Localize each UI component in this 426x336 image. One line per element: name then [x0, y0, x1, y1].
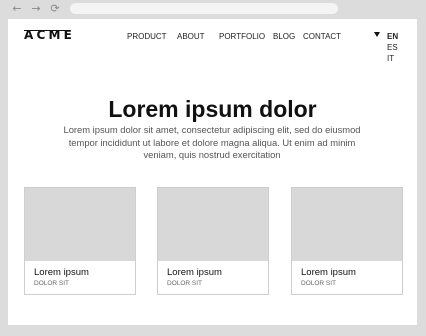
reload-icon[interactable]: ⟳ [49, 2, 61, 16]
hero-title: Lorem ipsum dolor [108, 96, 317, 122]
card-subtitle: DOLOR SIT [34, 280, 70, 287]
nav-link-blog[interactable]: BLOG [273, 32, 295, 42]
web-page: ACME PRODUCT ABOUT PORTFOLIO BLOG CONTAC… [8, 19, 417, 325]
browser-toolbar: ← → ⟳ [0, 0, 426, 18]
card[interactable]: Lorem ipsum DOLOR SIT [291, 187, 403, 295]
card-title: Lorem ipsum [34, 267, 89, 278]
card[interactable]: Lorem ipsum DOLOR SIT [157, 187, 269, 295]
forward-arrow-icon[interactable]: → [30, 2, 42, 16]
card-image-placeholder [25, 188, 135, 261]
card-image-placeholder [292, 188, 402, 261]
nav-link-about[interactable]: ABOUT [177, 32, 205, 42]
nav-link-product[interactable]: PRODUCT [127, 32, 167, 42]
main-nav: PRODUCT ABOUT PORTFOLIO BLOG CONTACT [8, 32, 417, 44]
address-bar[interactable] [70, 3, 338, 14]
back-arrow-icon[interactable]: ← [11, 2, 23, 16]
hero-description: Lorem ipsum dolor sit amet, consectetur … [63, 124, 361, 161]
language-option-it[interactable]: IT [387, 54, 394, 64]
language-dropdown-caret-icon[interactable] [374, 32, 380, 37]
nav-link-contact[interactable]: CONTACT [303, 32, 341, 42]
language-option-en[interactable]: EN [387, 32, 398, 42]
card-title: Lorem ipsum [167, 267, 222, 278]
language-option-es[interactable]: ES [387, 43, 398, 53]
card[interactable]: Lorem ipsum DOLOR SIT [24, 187, 136, 295]
card-image-placeholder [158, 188, 268, 261]
card-title: Lorem ipsum [301, 267, 356, 278]
nav-link-portfolio[interactable]: PORTFOLIO [219, 32, 265, 42]
card-subtitle: DOLOR SIT [301, 280, 337, 287]
browser-window: ← → ⟳ ACME PRODUCT ABOUT PORTFOLIO BLOG … [0, 0, 426, 336]
card-subtitle: DOLOR SIT [167, 280, 203, 287]
